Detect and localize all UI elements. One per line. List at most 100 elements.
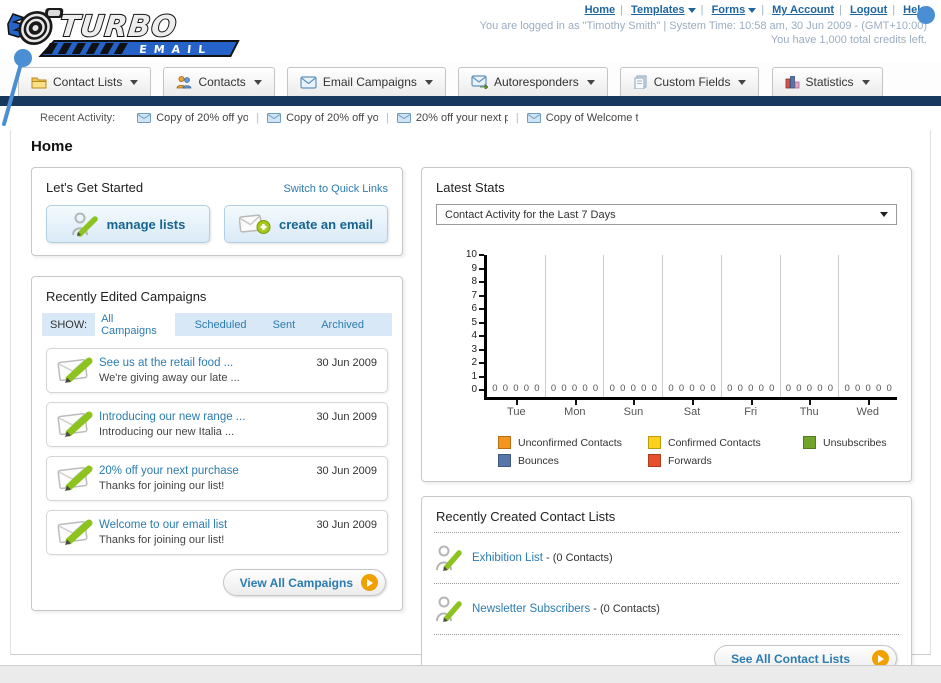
create-email-button[interactable]: create an email [224, 205, 388, 243]
page-title: Home [31, 138, 73, 155]
campaign-title-link[interactable]: See us at the retail food ... [99, 356, 316, 371]
view-all-campaigns-label: View All Campaigns [239, 575, 353, 590]
separator: | [515, 112, 519, 124]
chart-x-label: Mon [546, 400, 605, 418]
chevron-down-icon [130, 79, 139, 85]
latest-stats-panel: Latest Stats Contact Activity for the La… [421, 167, 912, 482]
recent-activity-label: Recent Activity: [40, 112, 116, 124]
top-nav: Home | Templates | Forms | My Account | Logo… [480, 4, 935, 24]
tab-autoresponders[interactable]: Autoresponders [457, 67, 608, 96]
templates-dropdown-caret-icon[interactable] [687, 7, 696, 13]
campaign-subtitle: Thanks for joining our list! [99, 479, 225, 492]
envelope-icon [267, 113, 282, 123]
campaign-title-link[interactable]: Welcome to our email list [99, 518, 316, 533]
recent-activity-item[interactable]: Copy of 20% off yo [137, 112, 248, 124]
chart-day-group: 00000 [487, 255, 546, 397]
tab-label: Contacts [198, 75, 246, 89]
campaign-date: 30 Jun 2009 [316, 465, 377, 477]
filter-all-campaigns[interactable]: All Campaigns [95, 310, 175, 339]
create-email-label: create an email [279, 216, 373, 232]
arrow-right-icon [361, 574, 378, 591]
contact-list-name-link[interactable]: Exhibition List [472, 552, 543, 564]
filter-sent[interactable]: Sent [267, 317, 302, 333]
nav-home-link[interactable]: Home [585, 4, 616, 16]
campaign-row[interactable]: Introducing our new range ... Introducin… [46, 402, 388, 447]
legend-swatch [498, 454, 511, 467]
contact-list-row[interactable]: Exhibition List - (0 Contacts) [436, 541, 897, 575]
header: TURBO EMAIL Home | Templates | Forms | M… [0, 0, 941, 62]
chevron-down-icon [586, 79, 595, 85]
separator: | [386, 112, 389, 124]
nav-templates-link[interactable]: Templates [631, 4, 685, 16]
person-pencil-icon [436, 596, 462, 622]
forms-dropdown-caret-icon[interactable] [748, 7, 757, 13]
chart-x-label: Thu [780, 400, 839, 418]
chart-legend: Unconfirmed Contacts Confirmed Contacts Un… [498, 436, 897, 467]
filter-scheduled[interactable]: Scheduled [189, 317, 253, 333]
envelope-pencil-icon [57, 408, 99, 441]
tab-custom-fields[interactable]: Custom Fields [619, 67, 760, 96]
turbo-email-logo: TURBO EMAIL [6, 4, 246, 61]
chart-x-label: Sat [663, 400, 722, 418]
campaign-row[interactable]: Welcome to our email list Thanks for joi… [46, 510, 388, 555]
campaign-date: 30 Jun 2009 [316, 411, 377, 423]
chart-day-group: 00000 [844, 383, 892, 394]
tab-label: Email Campaigns [322, 75, 417, 89]
chart-day-group: 00000 [604, 255, 664, 397]
logo-text-turbo: TURBO [58, 9, 179, 43]
legend-swatch [498, 436, 511, 449]
nav-separator: | [700, 4, 704, 16]
envelope-icon [396, 113, 411, 123]
campaign-title-link[interactable]: Introducing our new range ... [99, 410, 316, 425]
tab-label: Statistics [805, 75, 854, 89]
envelope-arrow-icon [471, 75, 488, 89]
contact-list-row[interactable]: Newsletter Subscribers - (0 Contacts) [436, 592, 897, 626]
manage-lists-label: manage lists [106, 216, 186, 232]
help-annotation-dot [917, 6, 935, 24]
tab-statistics[interactable]: Statistics [771, 67, 883, 96]
tab-contact-lists[interactable]: Contact Lists [18, 67, 152, 96]
contacts-icon [177, 76, 192, 89]
campaign-filter-bar: SHOW: All Campaigns Scheduled Sent Archi… [42, 310, 392, 339]
chart-y-axis: 10 9 8 7 6 5 4 3 2 1 0 [458, 250, 484, 400]
tab-email-campaigns[interactable]: Email Campaigns [286, 67, 446, 96]
recent-activity-item[interactable]: Copy of 20% off yo [267, 112, 378, 124]
chart-x-label: Wed [838, 400, 897, 418]
left-column: Let's Get Started Switch to Quick Links … [31, 167, 403, 611]
contact-list-name-link[interactable]: Newsletter Subscribers [472, 603, 590, 615]
manage-lists-button[interactable]: manage lists [46, 205, 210, 243]
chart-x-label: Tue [487, 400, 546, 418]
legend-item: Confirmed Contacts [648, 436, 803, 449]
campaign-date: 30 Jun 2009 [316, 519, 377, 531]
chevron-down-icon [880, 212, 888, 217]
stats-report-dropdown[interactable]: Contact Activity for the Last 7 Days [436, 204, 897, 225]
campaign-row[interactable]: See us at the retail food ... We're givi… [46, 348, 388, 393]
recent-activity-item[interactable]: 20% off your next p [396, 112, 508, 124]
nav-my-account-link[interactable]: My Account [772, 4, 834, 16]
nav-forms-link[interactable]: Forms [712, 4, 746, 16]
folder-icon [31, 77, 47, 89]
tab-contacts[interactable]: Contacts [163, 67, 275, 96]
separator: | [256, 112, 260, 124]
chevron-down-icon [861, 79, 870, 85]
chart-day-group: 00000 [546, 255, 605, 397]
campaign-row[interactable]: 20% off your next purchase Thanks for jo… [46, 456, 388, 501]
envelope-icon [300, 75, 317, 89]
contact-list-count: - (0 Contacts) [590, 603, 660, 615]
envelope-icon [137, 113, 152, 123]
get-started-title: Let's Get Started [46, 180, 144, 195]
nav-separator: | [761, 4, 765, 16]
nav-logout-link[interactable]: Logout [850, 4, 887, 16]
main-nav-tabbar: Contact Lists Contacts Email Campaigns A… [0, 62, 941, 96]
campaign-title-link[interactable]: 20% off your next purchase [99, 464, 316, 479]
dotted-divider [434, 583, 899, 584]
recent-contact-lists-panel: Recently Created Contact Lists Exhibitio… [421, 496, 912, 683]
filter-archived[interactable]: Archived [315, 317, 370, 333]
view-all-campaigns-button[interactable]: View All Campaigns [222, 569, 386, 596]
envelope-icon [526, 113, 541, 123]
switch-quick-links[interactable]: Switch to Quick Links [283, 183, 388, 195]
recent-activity-item[interactable]: Copy of Welcome to [526, 112, 638, 124]
header-right: Home | Templates | Forms | My Account | Logo… [480, 4, 935, 46]
logo-graphic: TURBO EMAIL [7, 8, 240, 57]
envelope-pencil-icon [57, 462, 99, 495]
